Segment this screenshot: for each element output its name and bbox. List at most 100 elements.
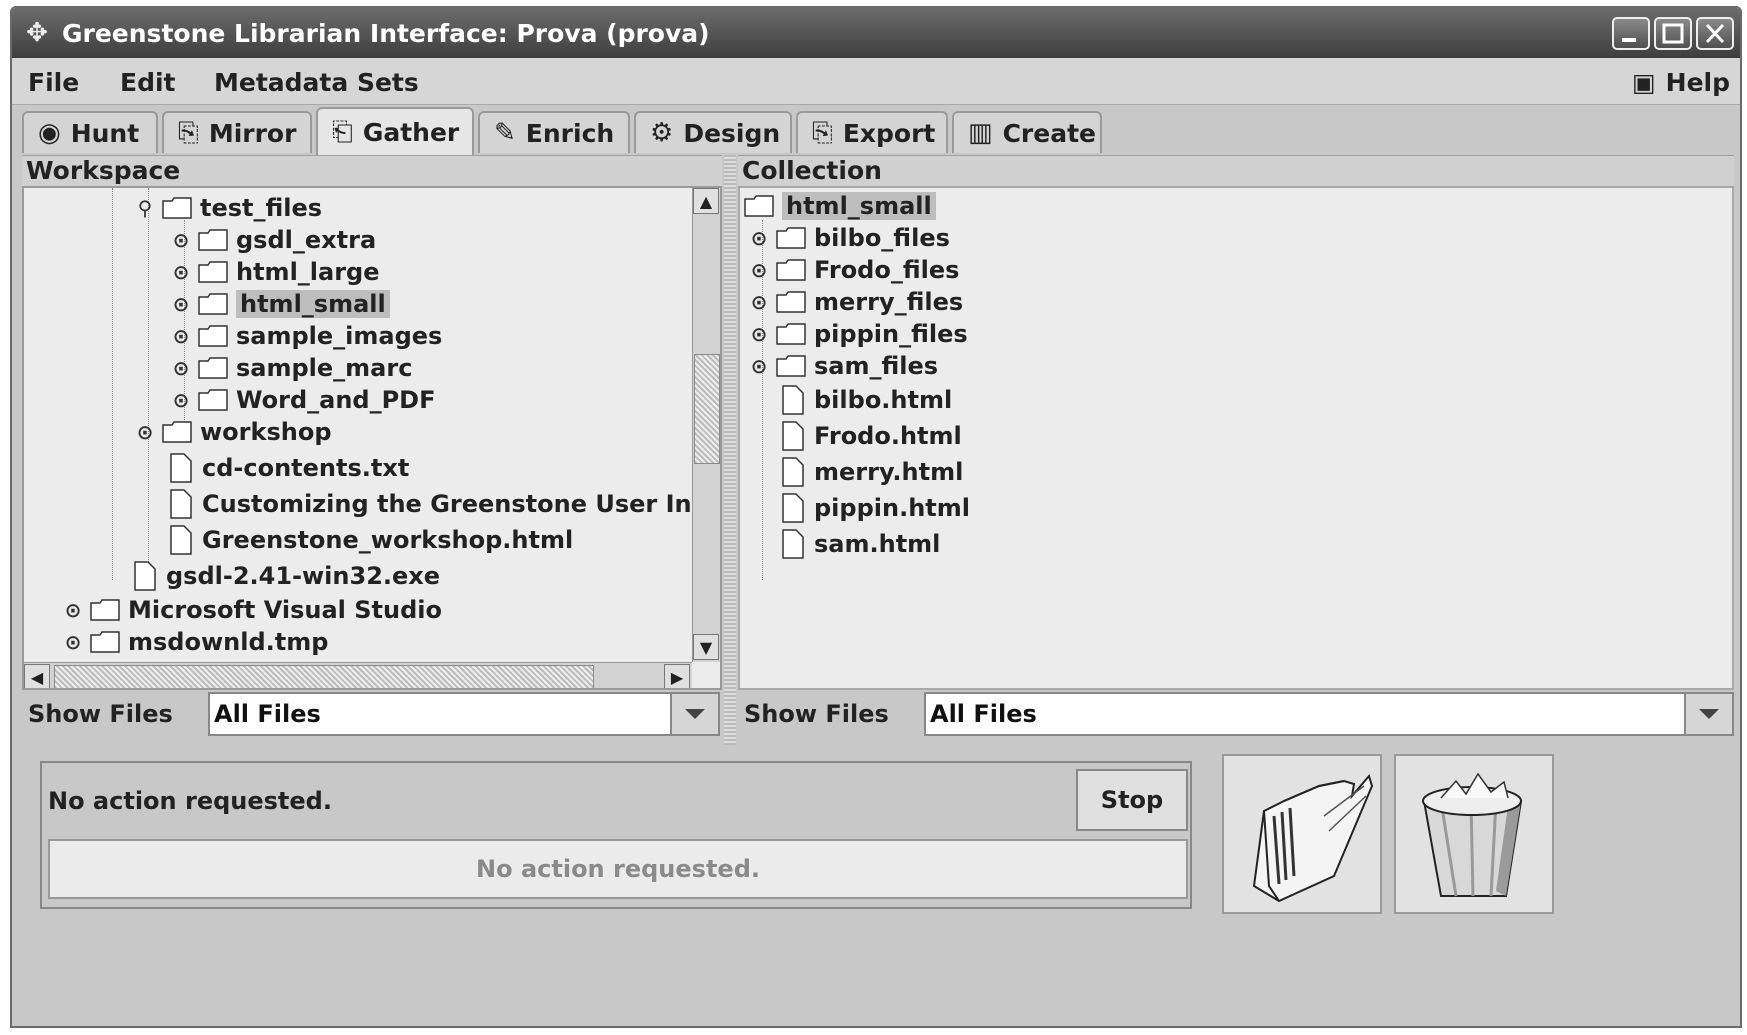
maximize-button[interactable]: [1654, 17, 1692, 50]
tree-node-file[interactable]: Greenstone_workshop.html: [170, 524, 573, 556]
tree-node-file[interactable]: sam.html: [782, 528, 940, 560]
expand-toggle-icon[interactable]: ⊙: [168, 356, 194, 380]
tree-node-folder[interactable]: ⊙ sample_images: [168, 320, 443, 352]
tree-node-file[interactable]: Customizing the Greenstone User Interfa: [170, 488, 720, 520]
expand-toggle-icon[interactable]: ⊙: [746, 258, 772, 282]
expand-toggle-icon[interactable]: ⊙: [168, 228, 194, 252]
tree-node-folder[interactable]: ⊙ Word_and_PDF: [168, 384, 436, 416]
tree-node-folder[interactable]: ⊙ workshop: [132, 416, 332, 448]
tree-node-file[interactable]: gsdl-2.41-win32.exe: [134, 560, 440, 592]
scroll-up-arrow-icon[interactable]: ▲: [693, 188, 719, 214]
workspace-tree[interactable]: ⚲ test_files ⊙ gsdl_extra ⊙ html_large ⊙…: [22, 186, 722, 690]
workspace-vertical-scrollbar[interactable]: ▲ ▼: [692, 188, 720, 662]
scroll-left-arrow-icon[interactable]: ◀: [24, 664, 50, 688]
tab-label: Mirror: [208, 118, 297, 148]
scroll-down-arrow-icon[interactable]: ▼: [693, 634, 719, 660]
tree-node-folder[interactable]: ⊙ html_large: [168, 256, 380, 288]
node-label: Microsoft Visual Studio: [128, 596, 442, 624]
title-bar[interactable]: ✥ Greenstone Librarian Interface: Prova …: [12, 8, 1740, 58]
minimize-button[interactable]: [1612, 17, 1650, 50]
tab-create[interactable]: ▥ Create: [952, 111, 1102, 153]
gear-icon: ⚙: [650, 118, 674, 148]
tree-node-file[interactable]: merry.html: [782, 456, 963, 488]
node-label: html_small: [236, 290, 390, 318]
tree-node-file[interactable]: bilbo.html: [782, 384, 952, 416]
node-label: test_files: [200, 194, 323, 222]
tree-node-folder[interactable]: ⊙ Frodo_files: [746, 254, 960, 286]
tree-node-folder-selected[interactable]: ⊙ html_small: [168, 288, 390, 320]
scroll-right-arrow-icon[interactable]: ▶: [664, 664, 690, 688]
gather-icon: ⎗: [332, 116, 353, 147]
folder-icon: [198, 357, 228, 379]
node-label: sample_marc: [236, 354, 413, 382]
tab-enrich[interactable]: ✎ Enrich: [478, 111, 630, 153]
workspace-show-files-label: Show Files: [28, 700, 173, 728]
expand-toggle-icon[interactable]: ⊙: [746, 354, 772, 378]
tree-node-folder[interactable]: ⊙ gsdl_extra: [168, 224, 377, 256]
help-menu[interactable]: ▣ Help: [1632, 68, 1730, 97]
mirror-icon: ⎘: [178, 117, 199, 148]
expand-toggle-icon[interactable]: ⊙: [168, 324, 194, 348]
stop-button[interactable]: Stop: [1076, 769, 1188, 831]
tree-node-folder[interactable]: ⊙ Microsoft Visual Studio: [60, 594, 442, 626]
new-folder-button[interactable]: [1222, 754, 1382, 914]
menu-metadata-sets[interactable]: Metadata Sets: [214, 68, 419, 97]
node-label: msdownld.tmp: [128, 628, 329, 656]
folder-icon: [90, 631, 120, 653]
workspace-file-filter-select[interactable]: All Files: [208, 692, 720, 736]
chevron-down-icon[interactable]: [670, 694, 718, 734]
expand-toggle-icon[interactable]: ⊙: [60, 630, 86, 654]
node-label: merry.html: [814, 458, 964, 486]
expand-toggle-icon[interactable]: ⊙: [746, 290, 772, 314]
tree-node-folder[interactable]: ⊙ merry_files: [746, 286, 964, 318]
tab-label: Hunt: [70, 118, 140, 148]
document-icon: [782, 529, 804, 559]
tree-node-folder[interactable]: ⊙ sam_files: [746, 350, 938, 382]
expand-toggle-icon[interactable]: ⊙: [168, 260, 194, 284]
folder-icon: [776, 227, 806, 249]
tab-mirror[interactable]: ⎘ Mirror: [162, 111, 312, 153]
tree-node-file[interactable]: pippin.html: [782, 492, 970, 524]
vertical-scroll-thumb[interactable]: [694, 354, 720, 464]
tab-gather[interactable]: ⎗ Gather: [316, 107, 474, 155]
tree-node-folder-root[interactable]: html_small: [744, 190, 936, 222]
tab-bar: ◉ Hunt ⎘ Mirror ⎗ Gather ✎ Enrich ⚙ Design ⎘ E…: [12, 105, 1740, 155]
menu-file[interactable]: File: [28, 68, 79, 97]
collapse-toggle-icon[interactable]: ⚲: [132, 196, 158, 220]
tab-hunt[interactable]: ◉ Hunt: [22, 111, 158, 153]
tree-node-file[interactable]: cd-contents.txt: [170, 452, 409, 484]
expand-toggle-icon[interactable]: ⊙: [746, 322, 772, 346]
tree-node-folder[interactable]: ⊙ pippin_files: [746, 318, 968, 350]
expand-toggle-icon[interactable]: ⊙: [168, 388, 194, 412]
tree-node-folder[interactable]: ⚲ test_files: [132, 192, 322, 224]
node-label: cd-contents.txt: [202, 454, 410, 482]
tree-node-folder[interactable]: ⊙ bilbo_files: [746, 222, 950, 254]
node-label: bilbo_files: [814, 224, 950, 252]
node-label: sample_images: [236, 322, 443, 350]
expand-toggle-icon[interactable]: ⊙: [132, 420, 158, 444]
delete-button[interactable]: [1394, 754, 1554, 914]
film-icon: ▥: [968, 118, 993, 148]
tree-node-file[interactable]: Frodo.html: [782, 420, 962, 452]
folder-icon: [162, 197, 192, 219]
close-button[interactable]: [1696, 17, 1734, 50]
workspace-horizontal-scrollbar[interactable]: ◀ ▶: [24, 662, 692, 688]
tab-export[interactable]: ⎘ Export: [796, 111, 948, 153]
menu-edit[interactable]: Edit: [120, 68, 176, 97]
panel-splitter[interactable]: [724, 155, 736, 745]
horizontal-scroll-thumb[interactable]: [54, 665, 594, 688]
tree-node-folder[interactable]: ⊙ msdownld.tmp: [60, 626, 329, 658]
target-icon: ◉: [38, 118, 61, 148]
collection-file-filter-select[interactable]: All Files: [924, 692, 1734, 736]
tree-guide: [148, 188, 149, 588]
tree-node-folder[interactable]: ⊙ sample_marc: [168, 352, 413, 384]
expand-toggle-icon[interactable]: ⊙: [60, 598, 86, 622]
app-icon: ✥: [26, 18, 48, 48]
expand-toggle-icon[interactable]: ⊙: [168, 292, 194, 316]
chevron-down-icon[interactable]: [1684, 694, 1732, 734]
folder-icon: [90, 599, 120, 621]
collection-tree[interactable]: html_small ⊙ bilbo_files ⊙ Frodo_files ⊙…: [738, 186, 1734, 690]
tab-design[interactable]: ⚙ Design: [634, 111, 792, 153]
document-icon: [782, 385, 804, 415]
expand-toggle-icon[interactable]: ⊙: [746, 226, 772, 250]
